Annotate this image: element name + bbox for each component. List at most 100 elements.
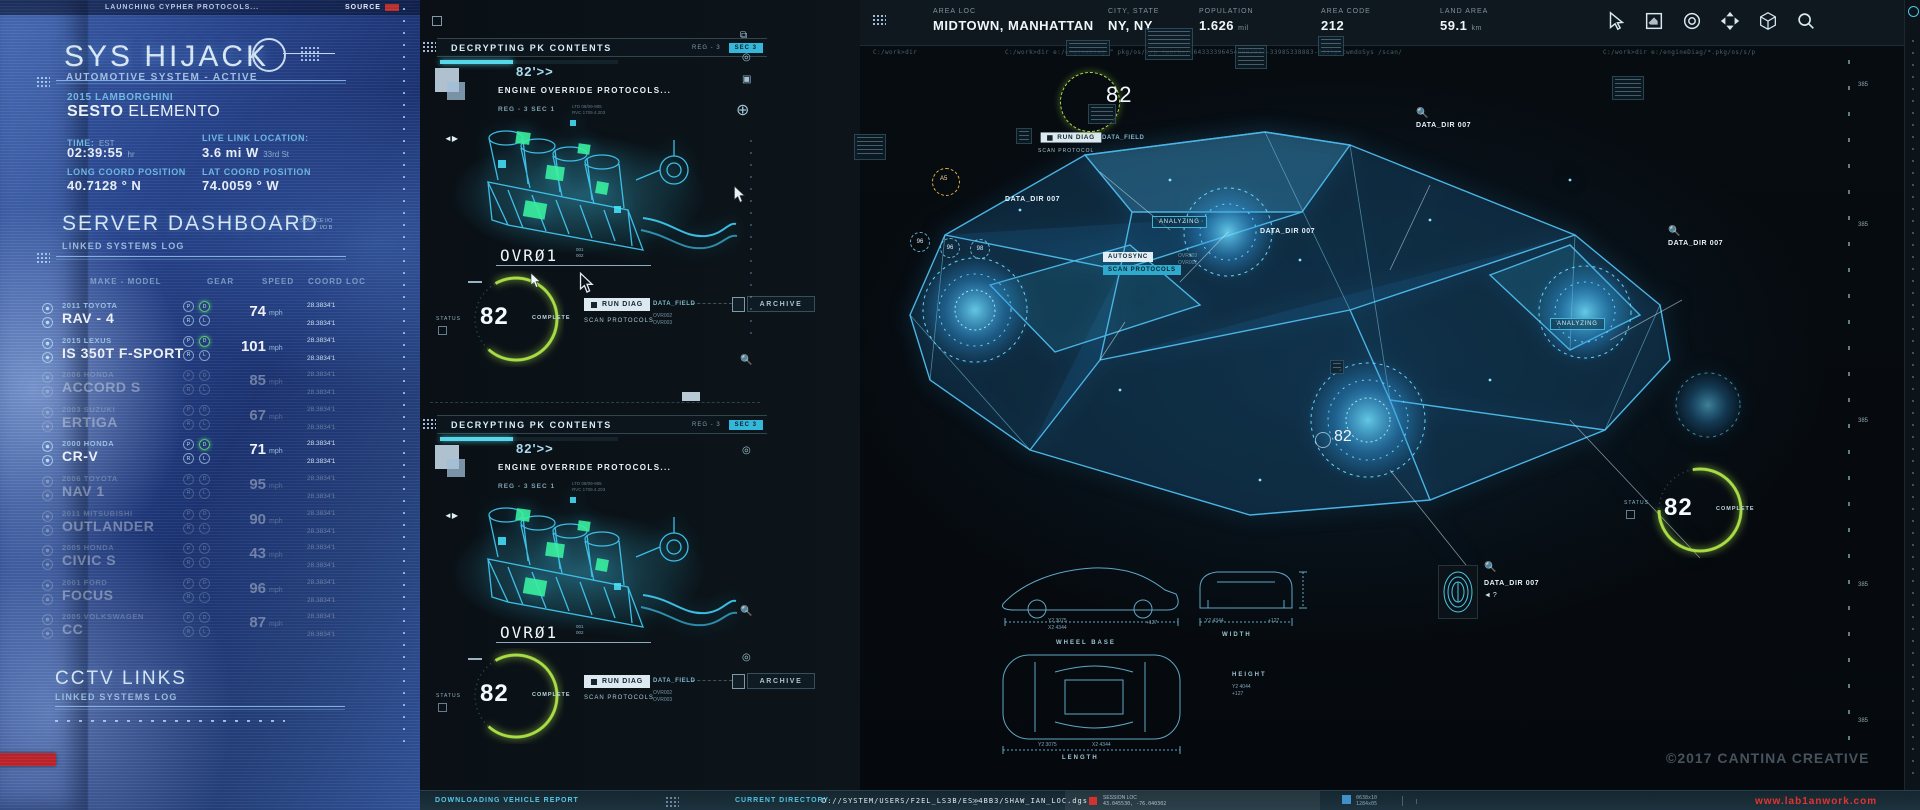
gear-d[interactable]: D — [199, 578, 210, 589]
gear-p[interactable]: P — [183, 301, 194, 312]
row-status-icons[interactable] — [42, 580, 53, 608]
table-row[interactable]: 2001 FORD FOCUS P D R L 96 mph 28.3834'1… — [40, 577, 380, 612]
gear-p[interactable]: P — [183, 474, 194, 485]
gear-selector[interactable]: P D R L — [183, 509, 212, 534]
gear-selector[interactable]: P D R L — [183, 405, 212, 430]
gear-l[interactable]: L — [199, 626, 210, 637]
move-tool-icon[interactable] — [1719, 10, 1741, 32]
row-status-icons[interactable] — [42, 545, 53, 573]
gear-p[interactable]: P — [183, 578, 194, 589]
gear-l[interactable]: L — [199, 453, 210, 464]
holo-run-diag-button[interactable]: RUN DIAG — [1041, 132, 1102, 142]
row-status-icons[interactable] — [42, 338, 53, 366]
fingerprint-panel[interactable] — [1438, 565, 1478, 619]
table-row[interactable]: 2006 HONDA ACCORD S P D R L 85 mph 28.38… — [40, 369, 380, 404]
gear-r[interactable]: R — [183, 523, 194, 534]
gear-d[interactable]: D — [199, 612, 210, 623]
gear-selector[interactable]: P D R L — [183, 301, 212, 326]
gear-p[interactable]: P — [183, 612, 194, 623]
run-diag-button[interactable]: RUN DIAG — [584, 298, 650, 311]
sec-badge[interactable]: SEC 3 — [729, 420, 763, 430]
table-row[interactable]: 2015 LEXUS IS 350T F-SPORT P D R L 101 m… — [40, 335, 380, 370]
gear-selector[interactable]: P D R L — [183, 543, 212, 568]
gear-r[interactable]: R — [183, 384, 194, 395]
gear-r[interactable]: R — [183, 488, 194, 499]
sec-badge[interactable]: SEC 3 — [729, 43, 763, 53]
gear-selector[interactable]: P D R L — [183, 578, 212, 603]
archive-button[interactable]: ARCHIVE — [747, 296, 815, 312]
record-dot-icon-2[interactable]: ◎ — [742, 652, 751, 663]
frame-icon[interactable]: ▣ — [742, 74, 751, 85]
search-tool-icon[interactable] — [1795, 10, 1817, 32]
gear-l[interactable]: L — [199, 419, 210, 430]
gear-selector[interactable]: P D R L — [183, 336, 212, 361]
magnifier-icon-2[interactable]: 🔍 — [740, 606, 752, 617]
gear-d[interactable]: D — [199, 543, 210, 554]
gear-selector[interactable]: P D R L — [183, 370, 212, 395]
gear-l[interactable]: L — [199, 557, 210, 568]
table-row[interactable]: 2006 TOYOTA NAV 1 P D R L 95 mph 28.3834… — [40, 473, 380, 508]
data-dir-magnifier-1[interactable]: 🔍 — [1416, 108, 1428, 119]
row-status-icons[interactable] — [42, 476, 53, 504]
gear-l[interactable]: L — [199, 592, 210, 603]
target-crosshair-icon[interactable]: ⊕ — [736, 100, 749, 120]
gear-selector[interactable]: P D R L — [183, 474, 212, 499]
table-row[interactable]: 2011 TOYOTA RAV - 4 P D R L 74 mph 28.38… — [40, 300, 380, 335]
gear-p[interactable]: P — [183, 439, 194, 450]
gear-r[interactable]: R — [183, 419, 194, 430]
fingerprint-magnifier[interactable]: 🔍 — [1484, 562, 1496, 573]
run-diag-button[interactable]: RUN DIAG — [584, 675, 650, 688]
gear-d[interactable]: D — [199, 474, 210, 485]
gear-r[interactable]: R — [183, 626, 194, 637]
gear-selector[interactable]: P D R L — [183, 439, 212, 464]
table-row[interactable]: 2000 HONDA CR-V P D R L 71 mph 28.3834'1… — [40, 438, 380, 473]
gear-l[interactable]: L — [199, 350, 210, 361]
footer-chevron[interactable]: ≫ — [972, 797, 980, 805]
gear-p[interactable]: P — [183, 336, 194, 347]
circle-icon[interactable]: ◎ — [742, 445, 751, 456]
table-row[interactable]: 2011 MITSUBISHI OUTLANDER P D R L 90 mph… — [40, 508, 380, 543]
row-status-icons[interactable] — [42, 407, 53, 435]
row-status-icons[interactable] — [42, 614, 53, 642]
gear-d[interactable]: D — [199, 336, 210, 347]
data-dir-1: DATA_DIR 007 — [1005, 196, 1060, 203]
archive-button[interactable]: ARCHIVE — [747, 673, 815, 689]
gear-r[interactable]: R — [183, 557, 194, 568]
gear-d[interactable]: D — [199, 509, 210, 520]
gear-p[interactable]: P — [183, 370, 194, 381]
gear-d[interactable]: D — [199, 405, 210, 416]
copy-icon[interactable]: ⧉ — [740, 30, 747, 41]
autosync-chip[interactable]: AUTOSYNC — [1103, 252, 1153, 262]
magnifier-icon-1[interactable]: 🔍 — [740, 355, 752, 366]
gear-l[interactable]: L — [199, 523, 210, 534]
gear-l[interactable]: L — [199, 384, 210, 395]
gear-l[interactable]: L — [199, 315, 210, 326]
table-row[interactable]: 2005 VOLKSWAGEN CC P D R L 87 mph 28.383… — [40, 611, 380, 646]
gear-r[interactable]: R — [183, 315, 194, 326]
cursor-tool-icon[interactable] — [1605, 10, 1627, 32]
data-dir-magnifier-2[interactable]: 🔍 — [1668, 226, 1680, 237]
gear-p[interactable]: P — [183, 509, 194, 520]
row-status-icons[interactable] — [42, 441, 53, 469]
target-tool-icon[interactable] — [1681, 10, 1703, 32]
table-row[interactable]: 2003 SUZUKI ERTIGA P D R L 67 mph 28.383… — [40, 404, 380, 439]
scan-protocols-chip[interactable]: SCAN PROTOCOLS — [1103, 265, 1181, 275]
row-status-icons[interactable] — [42, 372, 53, 400]
gear-selector[interactable]: P D R L — [183, 612, 212, 637]
image-crop-tool-icon[interactable] — [1643, 10, 1665, 32]
gear-d[interactable]: D — [199, 439, 210, 450]
gear-l[interactable]: L — [199, 488, 210, 499]
table-row[interactable]: 2005 HONDA CIVIC S P D R L 43 mph 28.383… — [40, 542, 380, 577]
record-dot-icon[interactable]: ◎ — [742, 52, 751, 63]
row-status-icons[interactable] — [42, 303, 53, 331]
gear-p[interactable]: P — [183, 543, 194, 554]
edge-play-icon[interactable] — [1908, 6, 1919, 17]
gear-p[interactable]: P — [183, 405, 194, 416]
gear-d[interactable]: D — [199, 370, 210, 381]
row-status-icons[interactable] — [42, 511, 53, 539]
gear-r[interactable]: R — [183, 453, 194, 464]
gear-r[interactable]: R — [183, 592, 194, 603]
cube-tool-icon[interactable] — [1757, 10, 1779, 32]
gear-r[interactable]: R — [183, 350, 194, 361]
gear-d[interactable]: D — [199, 301, 210, 312]
